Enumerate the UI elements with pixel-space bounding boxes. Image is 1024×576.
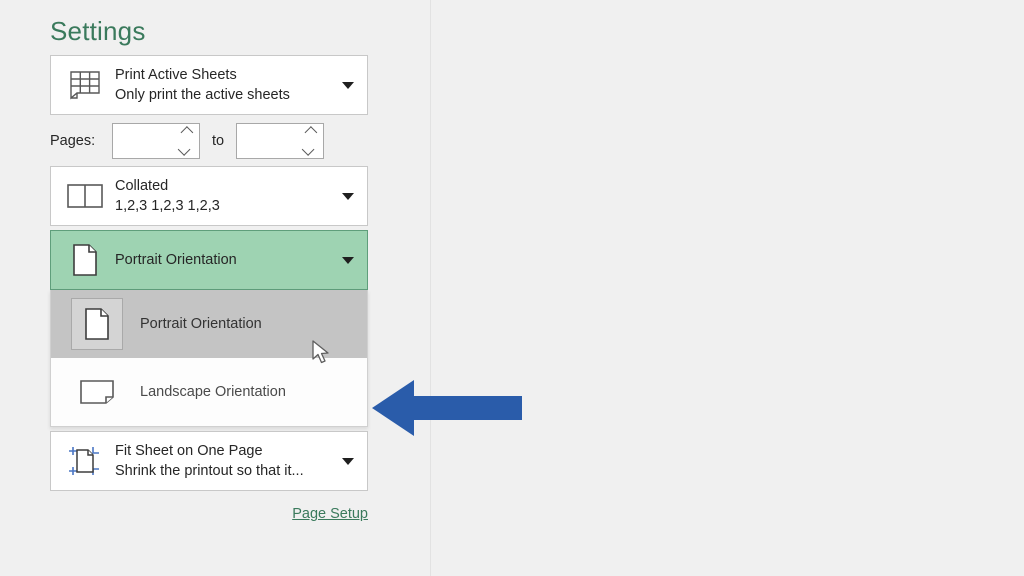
pages-from-spinner-arrows[interactable] <box>177 124 193 158</box>
spreadsheet-grid-icon <box>59 69 111 101</box>
print-what-text: Print Active Sheets Only print the activ… <box>111 65 367 105</box>
page-setup-link[interactable]: Page Setup <box>292 506 368 522</box>
collated-pages-icon <box>59 182 111 210</box>
pages-range-row: Pages: to <box>50 119 370 163</box>
chevron-down-icon <box>342 458 354 465</box>
portrait-page-icon <box>59 243 111 277</box>
panel-divider <box>430 0 431 576</box>
settings-panel: Settings Print Active Sheets Only print … <box>50 18 370 523</box>
orientation-selected-label: Portrait Orientation <box>115 252 237 268</box>
chevron-down-icon <box>342 82 354 89</box>
mouse-pointer-icon <box>312 340 332 366</box>
annotation-arrow-icon <box>372 378 522 438</box>
pages-from-stepper[interactable] <box>112 123 200 159</box>
pages-to-stepper[interactable] <box>236 123 325 159</box>
page-title: Settings <box>50 16 146 46</box>
print-what-dropdown[interactable]: Print Active Sheets Only print the activ… <box>50 55 368 115</box>
chevron-up-icon[interactable] <box>304 126 317 139</box>
pages-to-spinner-arrows[interactable] <box>301 124 317 158</box>
pages-from-input[interactable] <box>113 124 173 158</box>
orientation-text: Portrait Orientation <box>111 231 367 289</box>
menu-item-label: Portrait Orientation <box>140 316 262 332</box>
chevron-down-icon[interactable] <box>301 143 315 156</box>
chevron-down-icon <box>342 193 354 200</box>
scaling-primary: Fit Sheet on One Page <box>115 443 263 459</box>
print-what-primary: Print Active Sheets <box>115 67 237 83</box>
scaling-secondary: Shrink the printout so that it... <box>115 463 304 479</box>
landscape-page-icon <box>71 366 123 418</box>
menu-item-landscape-orientation[interactable]: Landscape Orientation <box>51 358 367 426</box>
pages-to-label: to <box>212 133 225 149</box>
collation-text: Collated 1,2,3 1,2,3 1,2,3 <box>111 176 367 216</box>
collation-secondary: 1,2,3 1,2,3 1,2,3 <box>115 198 220 214</box>
portrait-page-icon <box>71 298 123 350</box>
chevron-down-icon[interactable] <box>177 143 190 156</box>
print-what-secondary: Only print the active sheets <box>115 87 290 103</box>
fit-sheet-crop-marks-icon <box>59 442 111 480</box>
collation-dropdown[interactable]: Collated 1,2,3 1,2,3 1,2,3 <box>50 166 368 226</box>
chevron-up-icon[interactable] <box>180 126 193 139</box>
page-setup-row: Page Setup <box>50 505 368 523</box>
scaling-dropdown[interactable]: Fit Sheet on One Page Shrink the printou… <box>50 431 368 491</box>
scaling-text: Fit Sheet on One Page Shrink the printou… <box>111 441 367 481</box>
chevron-down-icon <box>342 257 354 264</box>
pages-label: Pages: <box>50 133 96 149</box>
print-settings-screen: Settings Print Active Sheets Only print … <box>0 0 1024 576</box>
pages-to-input[interactable] <box>237 124 298 158</box>
menu-item-label: Landscape Orientation <box>140 384 286 400</box>
collation-primary: Collated <box>115 178 169 194</box>
orientation-dropdown[interactable]: Portrait Orientation <box>50 230 368 290</box>
